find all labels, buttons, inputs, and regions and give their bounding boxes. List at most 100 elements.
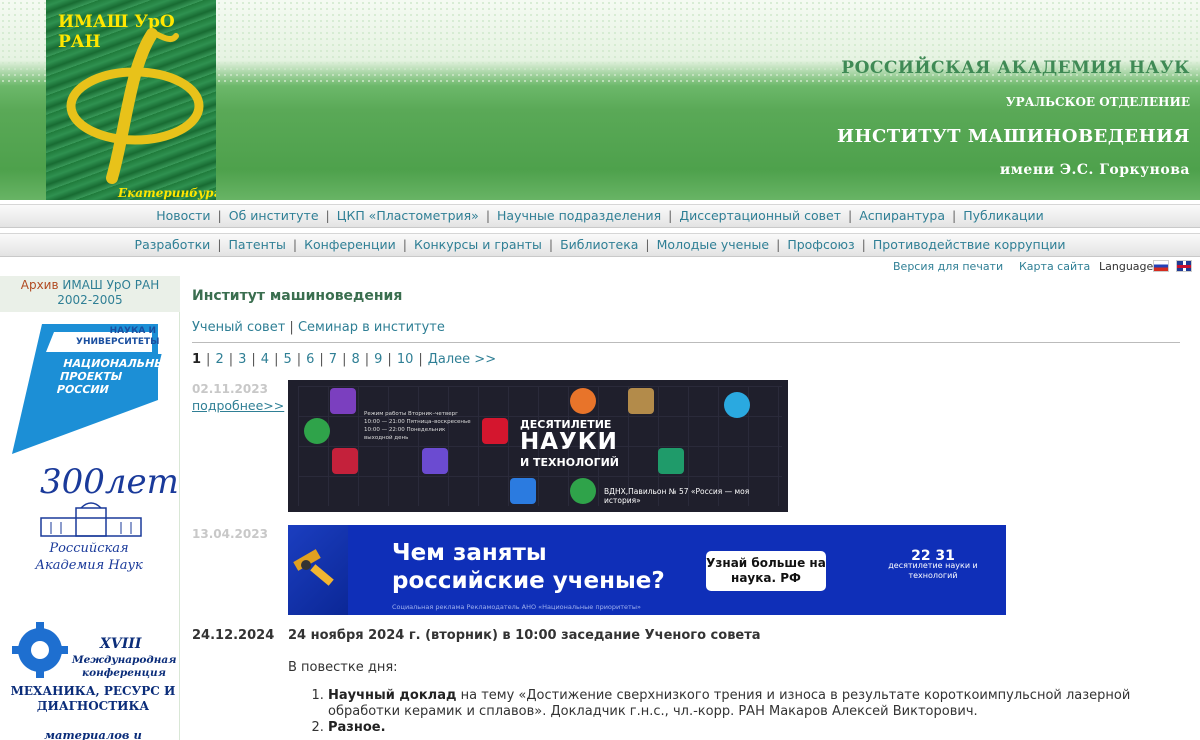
utility-bar: Версия для печати Карта сайта Language bbox=[0, 258, 1200, 276]
nav-young-scientists[interactable]: Молодые ученые bbox=[657, 237, 769, 252]
page-link[interactable]: 5 bbox=[283, 352, 291, 367]
english-flag-icon[interactable] bbox=[1176, 260, 1192, 272]
pager-separator: | bbox=[296, 352, 302, 367]
nav-developments[interactable]: Разработки bbox=[135, 237, 211, 252]
banner-ad-note: Социальная реклама Рекламодатель АНО «На… bbox=[392, 603, 641, 611]
pager-separator: | bbox=[228, 352, 234, 367]
archive-link-block[interactable]: Архив ИМАШ УрО РАН 2002-2005 bbox=[0, 276, 180, 312]
news-date: 13.04.2023 bbox=[192, 527, 268, 541]
agenda-item-bold: Разное. bbox=[328, 720, 386, 735]
nav-separator: | bbox=[645, 237, 650, 252]
banner-tile bbox=[510, 478, 536, 504]
sidebar: Архив ИМАШ УрО РАН 2002-2005 НАУКА И УНИ… bbox=[0, 276, 180, 740]
conference-intl: Международная конференция bbox=[72, 654, 177, 679]
archive-years: 2002-2005 bbox=[57, 293, 123, 307]
banner-tile bbox=[304, 418, 330, 444]
page-link[interactable]: 10 bbox=[397, 352, 414, 367]
nav-separator: | bbox=[951, 208, 957, 223]
banner-tile bbox=[628, 388, 654, 414]
nav-publications[interactable]: Публикации bbox=[963, 208, 1044, 223]
conference-number: XVIII bbox=[100, 636, 142, 652]
nav-separator: | bbox=[485, 208, 491, 223]
building-icon bbox=[40, 502, 142, 537]
main-nav: Новости | Об институте | ЦКП «Пластометрия» |… bbox=[0, 204, 1200, 228]
banner-tile bbox=[482, 418, 508, 444]
nav-plastometry[interactable]: ЦКП «Пластометрия» bbox=[337, 208, 479, 223]
np-small-text: НАУКА И УНИВЕРСИТЕТЫ bbox=[76, 326, 160, 347]
archive-link[interactable]: ИМАШ УрО РАН bbox=[62, 278, 159, 292]
nav-separator: | bbox=[217, 237, 222, 252]
phi-logo-icon bbox=[66, 28, 204, 184]
logo-city: Екатеринбург bbox=[118, 186, 216, 200]
language-label: Language bbox=[1099, 260, 1154, 273]
decade-of-science-banner[interactable]: Режим работы Вторник–четверг 10:00 — 21:… bbox=[288, 380, 788, 512]
page-link[interactable]: 2 bbox=[215, 352, 223, 367]
pager-separator: | bbox=[364, 352, 370, 367]
subnav-separator: | bbox=[289, 320, 298, 335]
sitemap-link[interactable]: Карта сайта bbox=[1019, 260, 1090, 273]
russian-flag-icon[interactable] bbox=[1153, 260, 1169, 272]
nav-dissertation[interactable]: Диссертационный совет bbox=[679, 208, 841, 223]
pager-separator: | bbox=[319, 352, 324, 367]
ras-name: Российская Академия Наук bbox=[35, 541, 143, 573]
banner-title-big: НАУКИ bbox=[520, 429, 618, 455]
page-link[interactable]: 8 bbox=[351, 352, 359, 367]
banner-schedule: Режим работы Вторник–четверг 10:00 — 21:… bbox=[364, 411, 471, 441]
banner-tile bbox=[332, 448, 358, 474]
banner-location: ВДНХ,Павильон № 57 «Россия — моя история… bbox=[604, 487, 750, 505]
institute-title: ИНСТИТУТ МАШИНОВЕДЕНИЯ bbox=[836, 126, 1190, 147]
nav-conferences[interactable]: Конференции bbox=[304, 237, 396, 252]
pager-separator: | bbox=[342, 352, 347, 367]
subnav-seminar[interactable]: Семинар в институте bbox=[298, 320, 445, 335]
decade-logo-text: десятилетие науки и технологий bbox=[888, 561, 978, 580]
banner-tile bbox=[422, 448, 448, 474]
decade-logo: 22 31 десятилетие науки и технологий bbox=[888, 548, 978, 581]
print-version-link[interactable]: Версия для печати bbox=[893, 260, 1003, 273]
page-next-link[interactable]: Далее >> bbox=[428, 352, 496, 367]
nav-separator: | bbox=[668, 208, 673, 223]
nav-separator: | bbox=[217, 208, 222, 223]
robot-arm-icon bbox=[293, 549, 334, 586]
pagination: 1 | 2 | 3 | 4 | 5 | 6 | 7 | 8 | 9 | 10 | Далее >> bbox=[192, 352, 496, 367]
archive-prefix: Архив bbox=[20, 278, 59, 292]
nav-separator: | bbox=[402, 237, 407, 252]
nav-about[interactable]: Об институте bbox=[229, 208, 319, 223]
news-title[interactable]: 24 ноября 2024 г. (вторник) в 10:00 засе… bbox=[288, 628, 761, 643]
list-item: Разное. bbox=[328, 720, 1183, 736]
pager-separator: | bbox=[418, 352, 423, 367]
subnav-academic-council[interactable]: Ученый совет bbox=[192, 320, 285, 335]
more-link[interactable]: подробнее>> bbox=[192, 398, 284, 413]
news-date: 24.12.2024 bbox=[192, 628, 275, 643]
nav-anticorruption[interactable]: Противодействие коррупции bbox=[873, 237, 1066, 252]
gear-icon bbox=[12, 622, 68, 678]
nav-separator: | bbox=[548, 237, 554, 252]
banner-tile bbox=[658, 448, 684, 474]
pager-separator: | bbox=[274, 352, 279, 367]
nauka-rf-banner[interactable]: Чем заняты российские ученые? Узнай боль… bbox=[288, 525, 1006, 615]
conference-banner[interactable]: XVIII Международная конференция МЕХАНИКА… bbox=[4, 618, 178, 740]
page-link[interactable]: 4 bbox=[261, 352, 269, 367]
nav-library[interactable]: Библиотека bbox=[560, 237, 638, 252]
branch-title: УРАЛЬСКОЕ ОТДЕЛЕНИЕ bbox=[1005, 95, 1190, 109]
nav-patents[interactable]: Патенты bbox=[229, 237, 286, 252]
nav-union[interactable]: Профсоюз bbox=[787, 237, 854, 252]
decade-logo-number: 22 31 bbox=[911, 548, 955, 564]
pager-separator: | bbox=[387, 352, 392, 367]
secondary-nav: Разработки | Патенты | Конференции | Конкурсы … bbox=[0, 233, 1200, 257]
page-link[interactable]: 7 bbox=[329, 352, 337, 367]
list-item: Научный доклад на тему «Достижение сверх… bbox=[328, 688, 1183, 720]
ras-300-banner[interactable]: 300лет Российская Академия Наук bbox=[10, 462, 179, 592]
institute-named: имени Э.С. Горкунова bbox=[999, 162, 1190, 178]
nav-news[interactable]: Новости bbox=[156, 208, 210, 223]
pager-separator: | bbox=[206, 352, 211, 367]
academy-title: РОССИЙСКАЯ АКАДЕМИЯ НАУК bbox=[841, 58, 1190, 78]
national-projects-banner[interactable]: НАУКА И УНИВЕРСИТЕТЫ НАЦИОНАЛЬНЫЕ ПРОЕКТ… bbox=[12, 322, 175, 454]
nav-departments[interactable]: Научные подразделения bbox=[497, 208, 661, 223]
nav-grants[interactable]: Конкурсы и гранты bbox=[414, 237, 542, 252]
banner-tile bbox=[570, 388, 596, 414]
institute-logo[interactable]: ИМАШ УрО РАН Екатеринбург bbox=[46, 0, 216, 200]
banner-tile bbox=[330, 388, 356, 414]
nav-separator: | bbox=[861, 237, 866, 252]
learn-more-button[interactable]: Узнай больше на наука. РФ bbox=[706, 551, 826, 591]
nav-postgrad[interactable]: Аспирантура bbox=[859, 208, 945, 223]
